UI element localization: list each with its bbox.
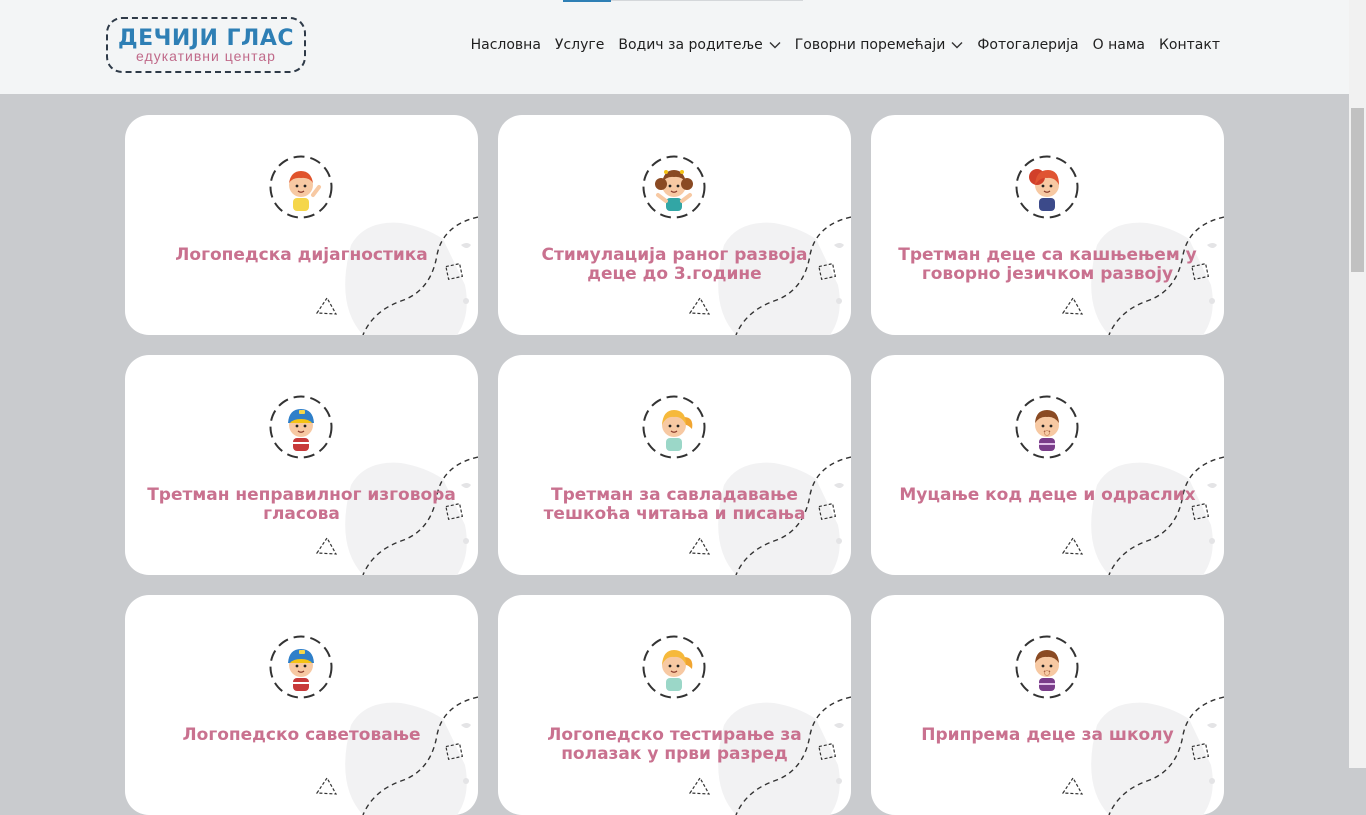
boy-cap-icon <box>269 395 333 459</box>
card-decoration <box>688 456 851 575</box>
service-card[interactable]: Логопедско саветовање <box>125 595 478 815</box>
nav-item-label: Фотогалерија <box>977 37 1079 53</box>
main-nav: Насловна Услуге Водич за родитеље Говорни п… <box>457 37 1220 53</box>
service-card[interactable]: Стимулација раног развоја деце до 3.годи… <box>498 115 851 335</box>
service-card[interactable]: Припрема деце за школу <box>871 595 1224 815</box>
nav-item-7[interactable]: Контакт <box>1159 37 1220 53</box>
service-card-title[interactable]: Логопедска дијагностика <box>141 246 462 265</box>
service-card-title[interactable]: Муцање код деце и одраслих <box>887 486 1208 505</box>
header-accent-bar <box>563 0 611 2</box>
card-decoration <box>315 696 478 815</box>
chevron-down-icon <box>769 42 781 49</box>
header-divider <box>611 0 803 1</box>
card-decoration <box>688 216 851 335</box>
nav-item-1[interactable]: Насловна <box>471 37 541 53</box>
nav-item-label: Контакт <box>1158 37 1220 53</box>
service-card-title[interactable]: Припрема деце за школу <box>887 726 1208 745</box>
card-decoration <box>1061 216 1224 335</box>
service-card[interactable]: Логопедско тестирање за полазак у први р… <box>498 595 851 815</box>
card-decoration <box>1061 696 1224 815</box>
nav-item-label: Насловна <box>470 37 541 53</box>
girl-red-hair-icon <box>1015 155 1079 219</box>
girl-pigtails-icon <box>642 155 706 219</box>
site-logo[interactable]: ДЕЧИЈИ ГЛАС едукативни центар <box>106 17 306 73</box>
nav-item-label: Говорни поремећаји <box>794 37 946 53</box>
site-header: ДЕЧИЈИ ГЛАС едукативни центар Насловна Ус… <box>0 0 1349 94</box>
boy-thinking-icon <box>1015 635 1079 699</box>
service-card[interactable]: Третман деце са кашњењем у говорно језич… <box>871 115 1224 335</box>
service-card[interactable]: Муцање код деце и одраслих <box>871 355 1224 575</box>
card-decoration <box>315 216 478 335</box>
girl-ponytail-icon <box>642 395 706 459</box>
card-decoration <box>315 456 478 575</box>
service-card-title[interactable]: Стимулација раног развоја деце до 3.годи… <box>514 246 835 284</box>
boy-thinking-icon <box>1015 395 1079 459</box>
service-card-title[interactable]: Третман неправилног изговора гласова <box>141 486 462 524</box>
nav-item-label: О нама <box>1092 37 1145 53</box>
service-card[interactable]: Третман за савладавање тешкоћа читања и … <box>498 355 851 575</box>
nav-item-6[interactable]: О нама <box>1093 37 1145 53</box>
service-card-title[interactable]: Третман за савладавање тешкоћа читања и … <box>514 486 835 524</box>
nav-item-label: Услуге <box>554 37 605 53</box>
logo-subtitle: едукативни центар <box>136 48 276 64</box>
nav-item-label: Водич за родитеље <box>618 37 763 53</box>
boy-waving-icon <box>269 155 333 219</box>
nav-item-3[interactable]: Водич за родитеље <box>618 37 781 53</box>
card-decoration <box>688 696 851 815</box>
card-decoration <box>1061 456 1224 575</box>
service-card[interactable]: Третман неправилног изговора гласова <box>125 355 478 575</box>
scrollbar-thumb[interactable] <box>1351 108 1364 272</box>
boy-cap-icon <box>269 635 333 699</box>
girl-ponytail-icon <box>642 635 706 699</box>
nav-item-2[interactable]: Услуге <box>555 37 604 53</box>
nav-item-4[interactable]: Говорни поремећаји <box>795 37 964 53</box>
service-card[interactable]: Логопедска дијагностика <box>125 115 478 335</box>
nav-item-5[interactable]: Фотогалерија <box>977 37 1078 53</box>
service-card-title[interactable]: Логопедско саветовање <box>141 726 462 745</box>
service-card-title[interactable]: Третман деце са кашњењем у говорно језич… <box>887 246 1208 284</box>
service-card-title[interactable]: Логопедско тестирање за полазак у први р… <box>514 726 835 764</box>
chevron-down-icon <box>951 42 963 49</box>
